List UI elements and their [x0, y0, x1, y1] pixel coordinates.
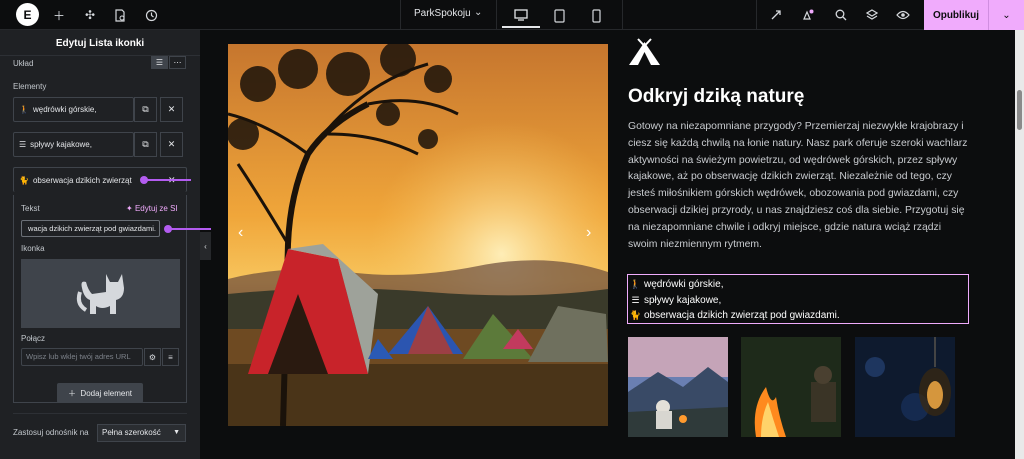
icon-list-item: ☰ spływy kajakowe, — [628, 293, 968, 309]
icon-picker-preview[interactable] — [21, 259, 180, 328]
chevron-down-icon[interactable]: ⌄ — [474, 7, 482, 18]
preview-eye-icon[interactable] — [893, 5, 913, 25]
layout-inline-icon[interactable]: ⋯ — [169, 56, 186, 69]
remove-icon[interactable]: ✕ — [160, 97, 183, 122]
duplicate-icon[interactable]: ⧉ — [134, 132, 157, 157]
publish-options-chevron-icon[interactable]: ⌄ — [988, 0, 1024, 30]
layout-list-icon[interactable]: ☰ — [151, 56, 168, 69]
elements-label: Elementy — [13, 82, 47, 91]
repeater-item-label: spływy kajakowe, — [30, 140, 92, 149]
repeater-item-label: wędrówki górskie, — [32, 105, 97, 114]
repeater-item-label: obserwacja dzikich zwierząt — [32, 175, 132, 185]
publish-button[interactable]: Opublikuj — [924, 0, 988, 30]
remove-icon[interactable]: ✕ — [160, 132, 183, 157]
apply-link-label: Zastosuj odnośnik na — [13, 428, 89, 437]
scrollbar-thumb[interactable] — [1017, 90, 1022, 130]
carousel-prev-icon[interactable]: ‹ — [238, 224, 243, 242]
link-url-input[interactable]: Wpisz lub wklej twój adres URL — [21, 348, 143, 366]
search-icon[interactable] — [831, 5, 851, 25]
desktop-view-icon[interactable] — [502, 4, 540, 28]
editor-panel: Edytuj Lista ikonki Układ ☰ ⋯ Elementy 🚶… — [0, 30, 218, 459]
gallery-image-couple — [628, 337, 728, 437]
elementor-logo-icon[interactable]: E — [16, 3, 39, 26]
bars-icon: ☰ — [19, 140, 27, 149]
edit-with-ai-button[interactable]: ✦ Edytuj ze SI — [126, 204, 178, 213]
gallery-image-campfire — [741, 337, 841, 437]
text-input[interactable]: wacja dzikich zwierząt pod gwiazdami. — [21, 220, 160, 237]
repeater-item-1[interactable]: 🚶 wędrówki górskie, — [13, 97, 134, 122]
chevron-down-icon: ▼ — [173, 429, 180, 436]
mobile-view-icon[interactable] — [577, 4, 615, 28]
icon-list-item: 🚶 wędrówki górskie, — [628, 277, 968, 293]
cat-icon — [76, 273, 124, 314]
hiking-icon: 🚶 — [19, 105, 29, 114]
section-heading: Odkryj dziką naturę — [628, 86, 805, 107]
icon-list-widget[interactable]: 🚶 wędrówki górskie, ☰ spływy kajakowe, 🐈 ob… — [627, 274, 969, 324]
structure-icon[interactable]: ✣ — [80, 5, 100, 25]
icon-label: Ikonka — [21, 244, 45, 253]
hiking-icon: 🚶 — [629, 279, 642, 289]
notifications-icon[interactable] — [797, 5, 817, 25]
cat-icon: 🐈 — [19, 175, 29, 185]
link-options-gear-icon[interactable]: ⚙ — [144, 348, 161, 366]
repeater-item-2[interactable]: ☰ spływy kajakowe, — [13, 132, 134, 157]
layers-icon[interactable] — [862, 5, 882, 25]
canvas-scrollbar[interactable] — [1015, 30, 1024, 459]
cat-icon: 🐈 — [629, 310, 642, 320]
panel-title: Edytuj Lista ikonki — [0, 30, 200, 56]
camping-sunset-image — [228, 44, 608, 426]
apply-link-select[interactable]: Pełna szerokość ▼ — [97, 424, 186, 442]
collapse-panel-icon[interactable]: ‹ — [200, 232, 211, 260]
carousel-next-icon[interactable]: › — [586, 224, 591, 242]
icon-list-item: 🐈 obserwacja dzikich zwierząt pod gwiazda… — [628, 308, 968, 324]
layout-label: Układ — [13, 59, 34, 68]
add-element-button[interactable]: ＋ Dodaj element — [57, 383, 143, 403]
page-settings-icon[interactable] — [110, 5, 130, 25]
history-icon[interactable] — [141, 5, 161, 25]
annotation-arrow — [146, 179, 191, 181]
link-label: Połącz — [21, 334, 46, 343]
duplicate-icon[interactable]: ⧉ — [134, 97, 157, 122]
bars-icon: ☰ — [631, 294, 640, 305]
gallery-image-lantern — [855, 337, 955, 437]
integrations-icon[interactable] — [766, 5, 786, 25]
site-name[interactable]: ParkSpokoju — [414, 8, 471, 19]
top-bar: E ＋ ✣ ParkSpokoju ⌄ Opublikuj ⌄ — [0, 0, 1024, 30]
tent-logo-icon — [629, 38, 660, 65]
add-icon[interactable]: ＋ — [49, 5, 69, 25]
text-label: Tekst — [21, 204, 40, 213]
dynamic-tags-icon[interactable]: ≡ — [162, 348, 179, 366]
tablet-view-icon[interactable] — [540, 4, 578, 28]
section-paragraph: Gotowy na niezapomniane przygody? Przemi… — [628, 121, 968, 250]
hero-carousel[interactable]: ‹ › — [228, 44, 608, 426]
